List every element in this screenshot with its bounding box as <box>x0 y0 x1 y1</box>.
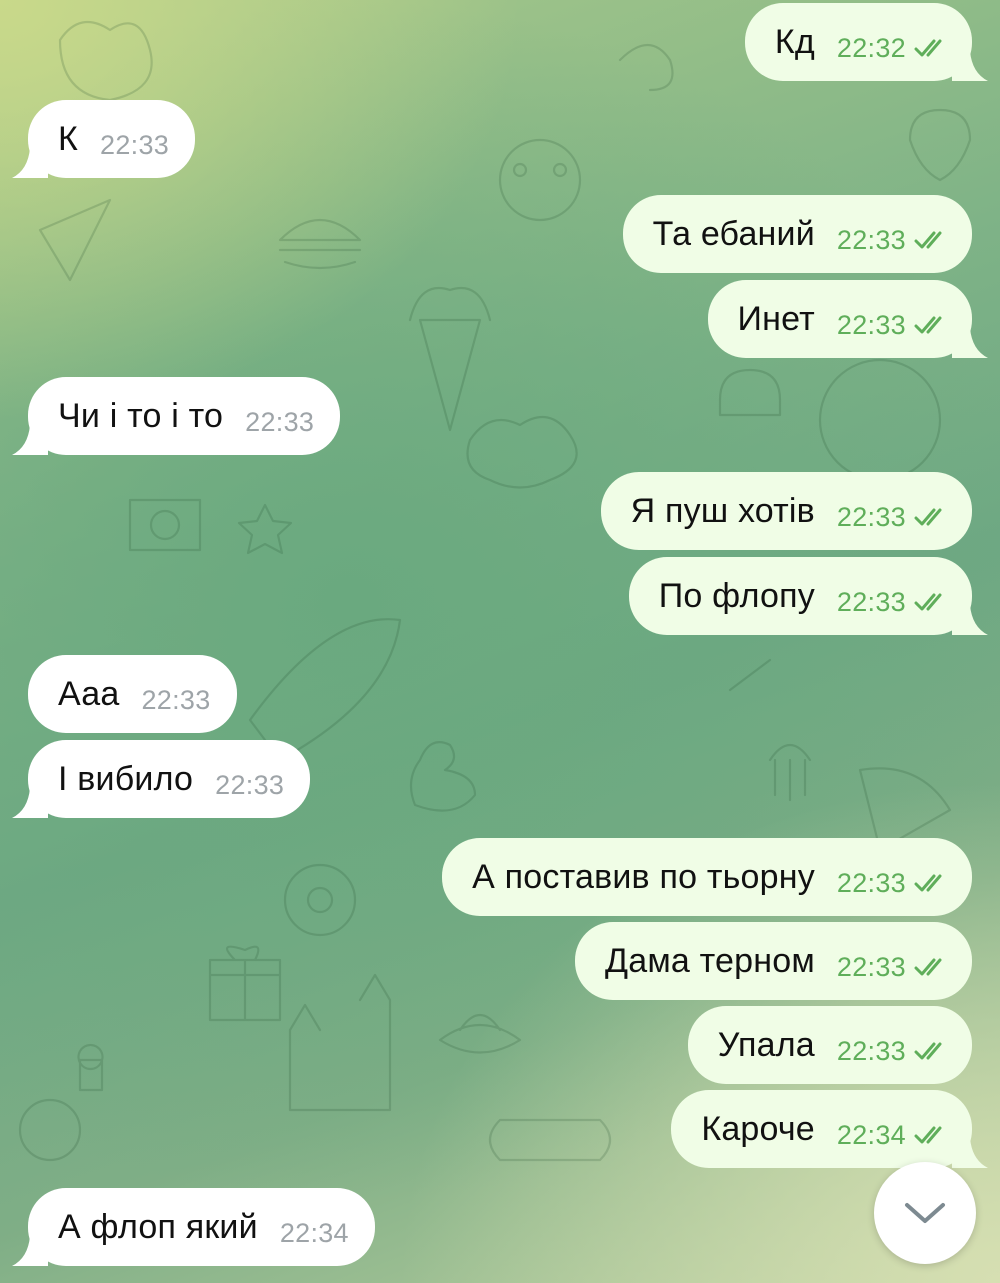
message-text: А поставив по тьорну <box>472 857 815 896</box>
message-text: Упала <box>717 1025 815 1064</box>
message-bubble[interactable]: Упала 22:33 <box>687 1006 972 1084</box>
read-receipt-icon <box>914 39 942 57</box>
message-bubble[interactable]: По флопу 22:33 <box>628 557 972 635</box>
message-text: А флоп який <box>58 1207 258 1246</box>
message-time: 22:33 <box>836 501 906 532</box>
message-text: Дама терном <box>604 941 815 980</box>
message-bubble[interactable]: А поставив по тьорну 22:33 <box>442 838 972 916</box>
read-receipt-icon <box>914 593 942 611</box>
message-time: 22:33 <box>100 129 170 160</box>
message-bubble[interactable]: Дама терном 22:33 <box>574 922 972 1000</box>
message-text: Кароче <box>701 1109 815 1148</box>
message-bubble[interactable]: К 22:33 <box>28 100 196 178</box>
read-receipt-icon <box>914 316 942 334</box>
message-bubble[interactable]: Та ебаний 22:33 <box>622 195 972 273</box>
message-time: 22:33 <box>245 406 315 437</box>
message-text: Я пуш хотів <box>630 491 815 530</box>
message-bubble[interactable]: Кд 22:32 <box>744 3 972 81</box>
message-time: 22:34 <box>836 1119 906 1150</box>
message-text: І вибило <box>58 759 194 798</box>
message-time: 22:33 <box>836 1035 906 1066</box>
message-bubble[interactable]: Чи і то і то 22:33 <box>28 377 341 455</box>
message-text: Чи і то і то <box>58 396 224 435</box>
message-time: 22:33 <box>836 586 906 617</box>
message-bubble[interactable]: І вибило 22:33 <box>28 740 311 818</box>
message-time: 22:34 <box>279 1217 349 1248</box>
message-text: Ааа <box>58 674 120 713</box>
message-text: По флопу <box>658 576 815 615</box>
message-time: 22:33 <box>215 769 285 800</box>
message-text: Кд <box>774 22 815 61</box>
message-bubble[interactable]: Ааа 22:33 <box>28 655 237 733</box>
message-time: 22:33 <box>141 684 211 715</box>
message-bubble[interactable]: Инет 22:33 <box>707 280 972 358</box>
message-time: 22:33 <box>836 224 906 255</box>
message-time: 22:32 <box>836 32 906 63</box>
message-time: 22:33 <box>836 867 906 898</box>
scroll-to-bottom-button[interactable] <box>874 1162 976 1264</box>
read-receipt-icon <box>914 231 942 249</box>
message-text: Та ебаний <box>652 214 815 253</box>
read-receipt-icon <box>914 874 942 892</box>
read-receipt-icon <box>914 958 942 976</box>
message-bubble[interactable]: Кароче 22:34 <box>671 1090 972 1168</box>
message-bubble[interactable]: Я пуш хотів 22:33 <box>600 472 972 550</box>
message-time: 22:33 <box>836 309 906 340</box>
read-receipt-icon <box>914 508 942 526</box>
message-text: К <box>58 119 79 158</box>
message-text: Инет <box>737 299 815 338</box>
message-time: 22:33 <box>836 951 906 982</box>
read-receipt-icon <box>914 1126 942 1144</box>
read-receipt-icon <box>914 1042 942 1060</box>
chevron-down-icon <box>905 1203 945 1223</box>
message-bubble[interactable]: А флоп який 22:34 <box>28 1188 375 1266</box>
